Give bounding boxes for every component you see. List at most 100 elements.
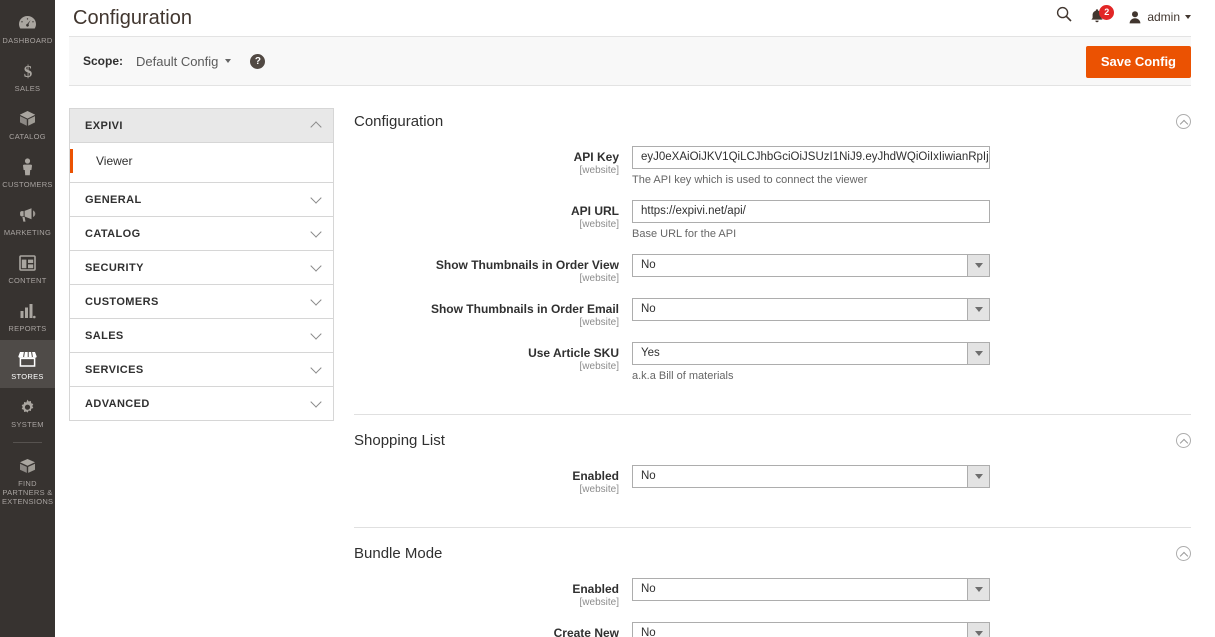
- form-section-title: Configuration: [354, 113, 444, 130]
- field-label-enabled: Enabled [website]: [354, 465, 632, 496]
- admin-sidebar: DASHBOARD $ SALES CATALOG CUSTOMERS MARKETING…: [0, 0, 55, 637]
- field-label-text: API Key: [573, 150, 619, 164]
- config-section-general: GENERAL: [69, 183, 334, 217]
- search-icon[interactable]: [1056, 6, 1072, 27]
- chevron-down-icon: [310, 293, 322, 306]
- scope-label: Scope:: [83, 54, 124, 68]
- chevron-down-icon: [310, 191, 322, 204]
- configuration-form: Configuration API Key [website] eyJ0eXAiOiJ…: [334, 108, 1191, 637]
- field-scope-label: [website]: [579, 273, 619, 284]
- config-section-header-customers[interactable]: CUSTOMERS: [70, 285, 333, 318]
- dashboard-gauge-icon: [2, 13, 53, 33]
- sidebar-item-label: SALES: [14, 84, 41, 93]
- config-section-title: CATALOG: [85, 227, 141, 240]
- svg-text:$: $: [23, 62, 32, 80]
- config-section-header-security[interactable]: SECURITY: [70, 251, 333, 284]
- sidebar-item-marketing[interactable]: MARKETING: [0, 196, 55, 244]
- field-label-text: Create New: [553, 626, 619, 637]
- config-section-header-expivi[interactable]: EXPIVI: [70, 109, 333, 142]
- chevron-down-icon: [967, 623, 989, 637]
- collapse-chevron-up-icon[interactable]: [1176, 114, 1191, 129]
- field-scope-label: [website]: [579, 165, 619, 176]
- form-section-title: Bundle Mode: [354, 545, 443, 562]
- chevron-down-icon: [310, 395, 322, 408]
- config-section-expivi: EXPIVI Viewer: [69, 108, 334, 183]
- field-scope-label: [website]: [579, 484, 619, 495]
- form-section-body: Enabled[website]NoCreate New[website]NoC…: [354, 578, 1191, 637]
- sidebar-item-label: FIND PARTNERS & EXTENSIONS: [2, 479, 54, 506]
- select-selected-value: Yes: [641, 347, 660, 359]
- main-area: Configuration 2 admin Scope: Default Con…: [55, 0, 1215, 637]
- field-control-show-thumbnails-in-order-view: No: [632, 254, 990, 277]
- config-section-header-catalog[interactable]: CATALOG: [70, 217, 333, 250]
- scope-bar: Scope: Default Config ? Save Config: [69, 36, 1191, 86]
- bar-chart-icon: [2, 301, 53, 321]
- form-row-use-article-sku: Use Article SKU [website] Yes a.k.a Bill of…: [354, 342, 1191, 383]
- create-new-select[interactable]: No: [632, 622, 990, 637]
- sidebar-item-customers[interactable]: CUSTOMERS: [0, 148, 55, 196]
- sidebar-item-label: CATALOG: [9, 132, 46, 141]
- sidebar-item-label: STORES: [11, 372, 44, 381]
- chevron-down-icon: [967, 343, 989, 364]
- sidebar-item-label: DASHBOARD: [2, 36, 53, 45]
- config-section-title: ADVANCED: [85, 397, 150, 410]
- form-section-header-shopping-list[interactable]: Shopping List: [354, 427, 1191, 465]
- sidebar-item-find[interactable]: FIND PARTNERS & EXTENSIONS: [0, 447, 55, 513]
- config-section-security: SECURITY: [69, 251, 334, 285]
- config-section-header-services[interactable]: SERVICES: [70, 353, 333, 386]
- enabled-select[interactable]: No: [632, 578, 990, 601]
- field-control-enabled: No: [632, 578, 990, 601]
- form-section-body: Enabled [website] No: [354, 465, 1191, 519]
- sidebar-item-stores[interactable]: STORES: [0, 340, 55, 388]
- enabled-select[interactable]: No: [632, 465, 990, 488]
- show-thumbnails-in-order-view-select[interactable]: No: [632, 254, 990, 277]
- bell-icon[interactable]: 2: [1089, 4, 1115, 26]
- form-row-api-url: API URL [website] https://expivi.net/api/B…: [354, 200, 1191, 241]
- field-scope-label: [website]: [579, 361, 619, 372]
- megaphone-icon: [2, 205, 53, 225]
- sidebar-item-label: MARKETING: [3, 228, 52, 237]
- chevron-down-icon: [310, 361, 322, 374]
- sidebar-item-dashboard[interactable]: DASHBOARD: [0, 4, 55, 52]
- config-section-header-general[interactable]: GENERAL: [70, 183, 333, 216]
- collapse-chevron-up-icon[interactable]: [1176, 433, 1191, 448]
- scope-selector[interactable]: Default Config: [136, 53, 232, 69]
- config-section-customers: CUSTOMERS: [69, 285, 334, 319]
- select-selected-value: No: [641, 627, 656, 637]
- show-thumbnails-in-order-email-select[interactable]: No: [632, 298, 990, 321]
- field-label-text: API URL: [571, 204, 619, 218]
- chevron-down-icon: [967, 466, 989, 487]
- layout-window-icon: [2, 253, 53, 273]
- form-section-header-configuration[interactable]: Configuration: [354, 108, 1191, 146]
- save-config-button[interactable]: Save Config: [1085, 46, 1191, 78]
- select-selected-value: No: [641, 259, 656, 271]
- api-url-input[interactable]: https://expivi.net/api/: [632, 200, 990, 223]
- scope-selected-value: Default Config: [136, 53, 219, 69]
- form-section-header-bundle-mode[interactable]: Bundle Mode: [354, 540, 1191, 578]
- field-note-api-key: The API key which is used to connect the…: [632, 174, 868, 186]
- chevron-down-icon: [310, 259, 322, 272]
- sidebar-item-content[interactable]: CONTENT: [0, 244, 55, 292]
- box-icon: [2, 109, 53, 129]
- chevron-down-icon: [967, 255, 989, 276]
- chevron-down-icon: [967, 299, 989, 320]
- help-icon[interactable]: ?: [250, 53, 266, 69]
- sidebar-item-sales[interactable]: $ SALES: [0, 52, 55, 100]
- sidebar-item-system[interactable]: SYSTEM: [0, 388, 55, 436]
- admin-user-menu[interactable]: admin: [1128, 10, 1191, 24]
- config-section-header-sales[interactable]: SALES: [70, 319, 333, 352]
- config-section-title: SERVICES: [85, 363, 144, 376]
- sidebar-item-reports[interactable]: REPORTS: [0, 292, 55, 340]
- config-section-header-advanced[interactable]: ADVANCED: [70, 387, 333, 420]
- sidebar-item-catalog[interactable]: CATALOG: [0, 100, 55, 148]
- form-row-show-thumbnails-in-order-email: Show Thumbnails in Order Email [website] N…: [354, 298, 1191, 329]
- use-article-sku-select[interactable]: Yes: [632, 342, 990, 365]
- form-section-title: Shopping List: [354, 432, 445, 449]
- storefront-icon: [2, 349, 53, 369]
- sidebar-item-label: REPORTS: [8, 324, 47, 333]
- config-subitem-viewer[interactable]: Viewer: [70, 149, 333, 173]
- chevron-down-icon: [310, 327, 322, 340]
- field-control-use-article-sku: Yes a.k.a Bill of materials: [632, 342, 990, 383]
- collapse-chevron-up-icon[interactable]: [1176, 546, 1191, 561]
- api-key-input[interactable]: eyJ0eXAiOiJKV1QiLCJhbGciOiJSUzI1NiJ9.eyJ…: [632, 146, 990, 169]
